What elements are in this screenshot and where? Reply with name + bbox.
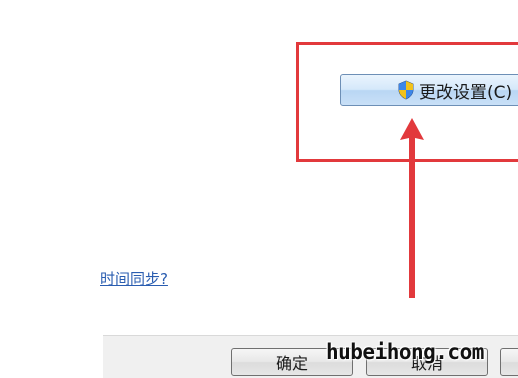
ok-button-label: 确定 [275, 354, 308, 373]
watermark-text: hubeihong.com [326, 340, 484, 364]
red-arrow-icon [400, 118, 424, 298]
dialog-screenshot: 更改设置(C) 时间同步? 确定 取消 hubeihong.com [0, 0, 518, 378]
uac-shield-icon [398, 80, 414, 100]
change-settings-label: 更改设置(C) [419, 82, 513, 103]
apply-button[interactable] [500, 348, 518, 376]
time-sync-link[interactable]: 时间同步? [100, 268, 168, 289]
change-settings-button[interactable]: 更改设置(C) [340, 74, 518, 106]
